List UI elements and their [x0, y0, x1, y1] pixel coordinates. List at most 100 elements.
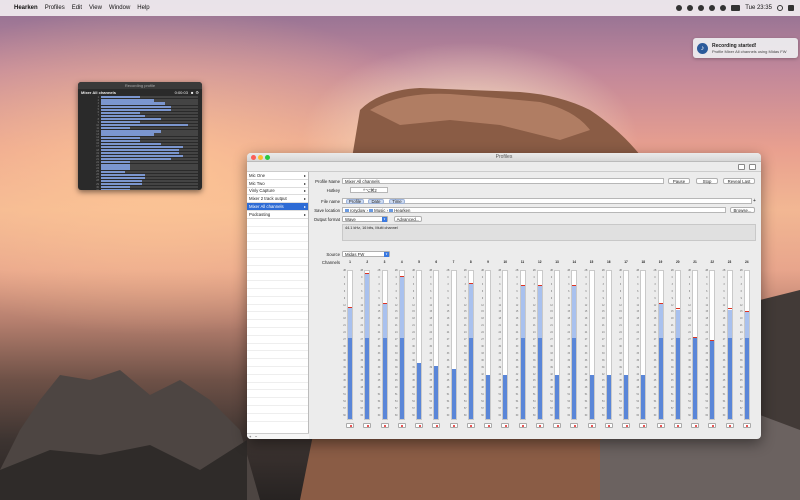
shield-icon[interactable]	[698, 5, 705, 11]
notification-center-icon[interactable]	[788, 5, 794, 11]
channel-level-meter[interactable]	[416, 270, 422, 420]
record-arm-button[interactable]	[604, 423, 613, 428]
channel-level-meter[interactable]	[364, 270, 371, 420]
settings-icon[interactable]: ⚙	[195, 90, 199, 95]
channel-level-meter[interactable]	[674, 270, 681, 420]
save-location-field[interactable]: rorydow › Music › Hearken	[342, 207, 726, 213]
stop-button[interactable]: Stop	[696, 178, 718, 184]
channel-level-meter[interactable]	[605, 270, 612, 420]
sidebar-item-profile[interactable]: Mic Two ▸	[247, 180, 308, 188]
record-arm-button[interactable]	[691, 423, 699, 428]
channel-level-meter[interactable]	[381, 270, 388, 420]
disclosure-arrow-icon[interactable]: ▸	[304, 212, 306, 217]
record-arm-button[interactable]	[380, 423, 389, 428]
channel-level-meter[interactable]	[467, 270, 474, 420]
disclosure-arrow-icon[interactable]: ▸	[304, 173, 306, 178]
channel-level-meter[interactable]	[519, 270, 526, 420]
record-arm-button[interactable]	[397, 423, 406, 428]
disclosure-arrow-icon[interactable]: ▸	[304, 188, 306, 193]
app-menu[interactable]: Hearken	[14, 5, 38, 11]
token-date[interactable]: Date	[368, 198, 384, 204]
channel-level-meter[interactable]	[743, 270, 750, 420]
volume-icon[interactable]	[720, 5, 727, 11]
channel-level-meter[interactable]	[347, 270, 353, 420]
channel-level-meter[interactable]	[554, 270, 560, 420]
record-arm-button[interactable]	[346, 423, 354, 428]
token-profile[interactable]: Profile	[346, 198, 364, 204]
window-titlebar[interactable]: Profiles	[247, 153, 761, 162]
disclosure-arrow-icon[interactable]: ▸	[304, 181, 306, 186]
menu-profiles[interactable]: Profiles	[45, 5, 65, 11]
browse-button[interactable]: Browse...	[730, 207, 755, 213]
record-arm-button[interactable]	[518, 423, 527, 428]
record-arm-button[interactable]	[535, 423, 544, 428]
cloud-icon[interactable]	[687, 5, 694, 11]
channel-level-meter[interactable]	[657, 270, 664, 420]
minimize-button[interactable]	[258, 155, 263, 160]
hearken-status-icon[interactable]	[676, 5, 683, 11]
pause-button[interactable]: Pause	[668, 178, 690, 184]
record-arm-button[interactable]	[501, 423, 510, 428]
token-time[interactable]: Time	[389, 198, 405, 204]
close-button[interactable]	[251, 155, 256, 160]
record-arm-button[interactable]	[673, 423, 682, 428]
record-arm-button[interactable]	[363, 423, 372, 428]
profile-name-field[interactable]: Mixer All channels	[342, 178, 664, 184]
source-select[interactable]: Midas FW ▾	[342, 251, 390, 257]
clock[interactable]: Tue 23:35	[745, 5, 772, 11]
sidebar-item-profile[interactable]: Podcasting ▸	[247, 211, 308, 219]
channel-level-meter[interactable]	[536, 270, 543, 420]
battery-icon[interactable]	[731, 5, 741, 11]
channel-level-meter[interactable]	[433, 270, 440, 420]
record-arm-button[interactable]	[622, 423, 630, 428]
panel-toggle-icon[interactable]	[749, 164, 756, 170]
channel-level-meter[interactable]	[571, 270, 578, 420]
advanced-button[interactable]: Advanced...	[394, 216, 422, 222]
sidebar-item-profile[interactable]: Vinly Capture ▸	[247, 188, 308, 196]
channel-level-meter[interactable]	[485, 270, 491, 420]
sidebar-item-profile[interactable]: Mixer 2 track output ▸	[247, 195, 308, 204]
search-icon[interactable]	[777, 5, 783, 11]
reveal-last-button[interactable]: Reveal Last	[723, 178, 755, 184]
zoom-button[interactable]	[265, 155, 270, 160]
menu-edit[interactable]: Edit	[72, 5, 82, 11]
record-arm-button[interactable]	[466, 423, 475, 428]
disclosure-arrow-icon[interactable]: ▸	[304, 204, 306, 209]
sidebar-item-profile[interactable]: Mic One ▸	[247, 172, 308, 180]
record-arm-button[interactable]	[570, 423, 579, 428]
hotkey-field[interactable]: ^⌥⌘2	[350, 187, 388, 193]
record-arm-button[interactable]	[742, 423, 751, 428]
menu-help[interactable]: Help	[137, 5, 149, 11]
sidebar-item-profile[interactable]: Mixer All channels ▸	[247, 203, 308, 211]
record-arm-button[interactable]	[415, 423, 423, 428]
output-format-select[interactable]: Wave ▾	[342, 216, 388, 222]
record-arm-button[interactable]	[432, 423, 441, 428]
sidebar-toggle-icon[interactable]	[738, 164, 745, 170]
record-arm-button[interactable]	[449, 423, 458, 428]
channel-level-meter[interactable]	[709, 270, 716, 420]
channel-level-meter[interactable]	[640, 270, 647, 420]
channel-level-meter[interactable]	[623, 270, 629, 420]
channel-level-meter[interactable]	[502, 270, 509, 420]
disclosure-arrow-icon[interactable]: ▸	[304, 196, 306, 201]
record-arm-button[interactable]	[708, 423, 717, 428]
channel-level-meter[interactable]	[450, 270, 457, 420]
channel-level-meter[interactable]	[726, 270, 733, 420]
channel-level-meter[interactable]	[398, 270, 405, 420]
record-arm-button[interactable]	[484, 423, 492, 428]
record-arm-button[interactable]	[587, 423, 596, 428]
record-arm-button[interactable]	[656, 423, 665, 428]
channel-level-meter[interactable]	[588, 270, 595, 420]
add-token-button[interactable]: +	[753, 198, 756, 204]
channel-level-meter[interactable]	[692, 270, 698, 420]
menu-window[interactable]: Window	[109, 5, 130, 11]
menu-view[interactable]: View	[89, 5, 102, 11]
add-profile-button[interactable]: +	[249, 434, 251, 439]
stop-icon[interactable]: ■	[191, 90, 193, 95]
record-arm-button[interactable]	[639, 423, 648, 428]
remove-profile-button[interactable]: −	[255, 434, 257, 439]
record-arm-button[interactable]	[553, 423, 561, 428]
notification-banner[interactable]: ♪ Recording started! Profile Mixer All c…	[693, 38, 798, 58]
record-arm-button[interactable]	[725, 423, 734, 428]
time-machine-icon[interactable]	[709, 5, 716, 11]
